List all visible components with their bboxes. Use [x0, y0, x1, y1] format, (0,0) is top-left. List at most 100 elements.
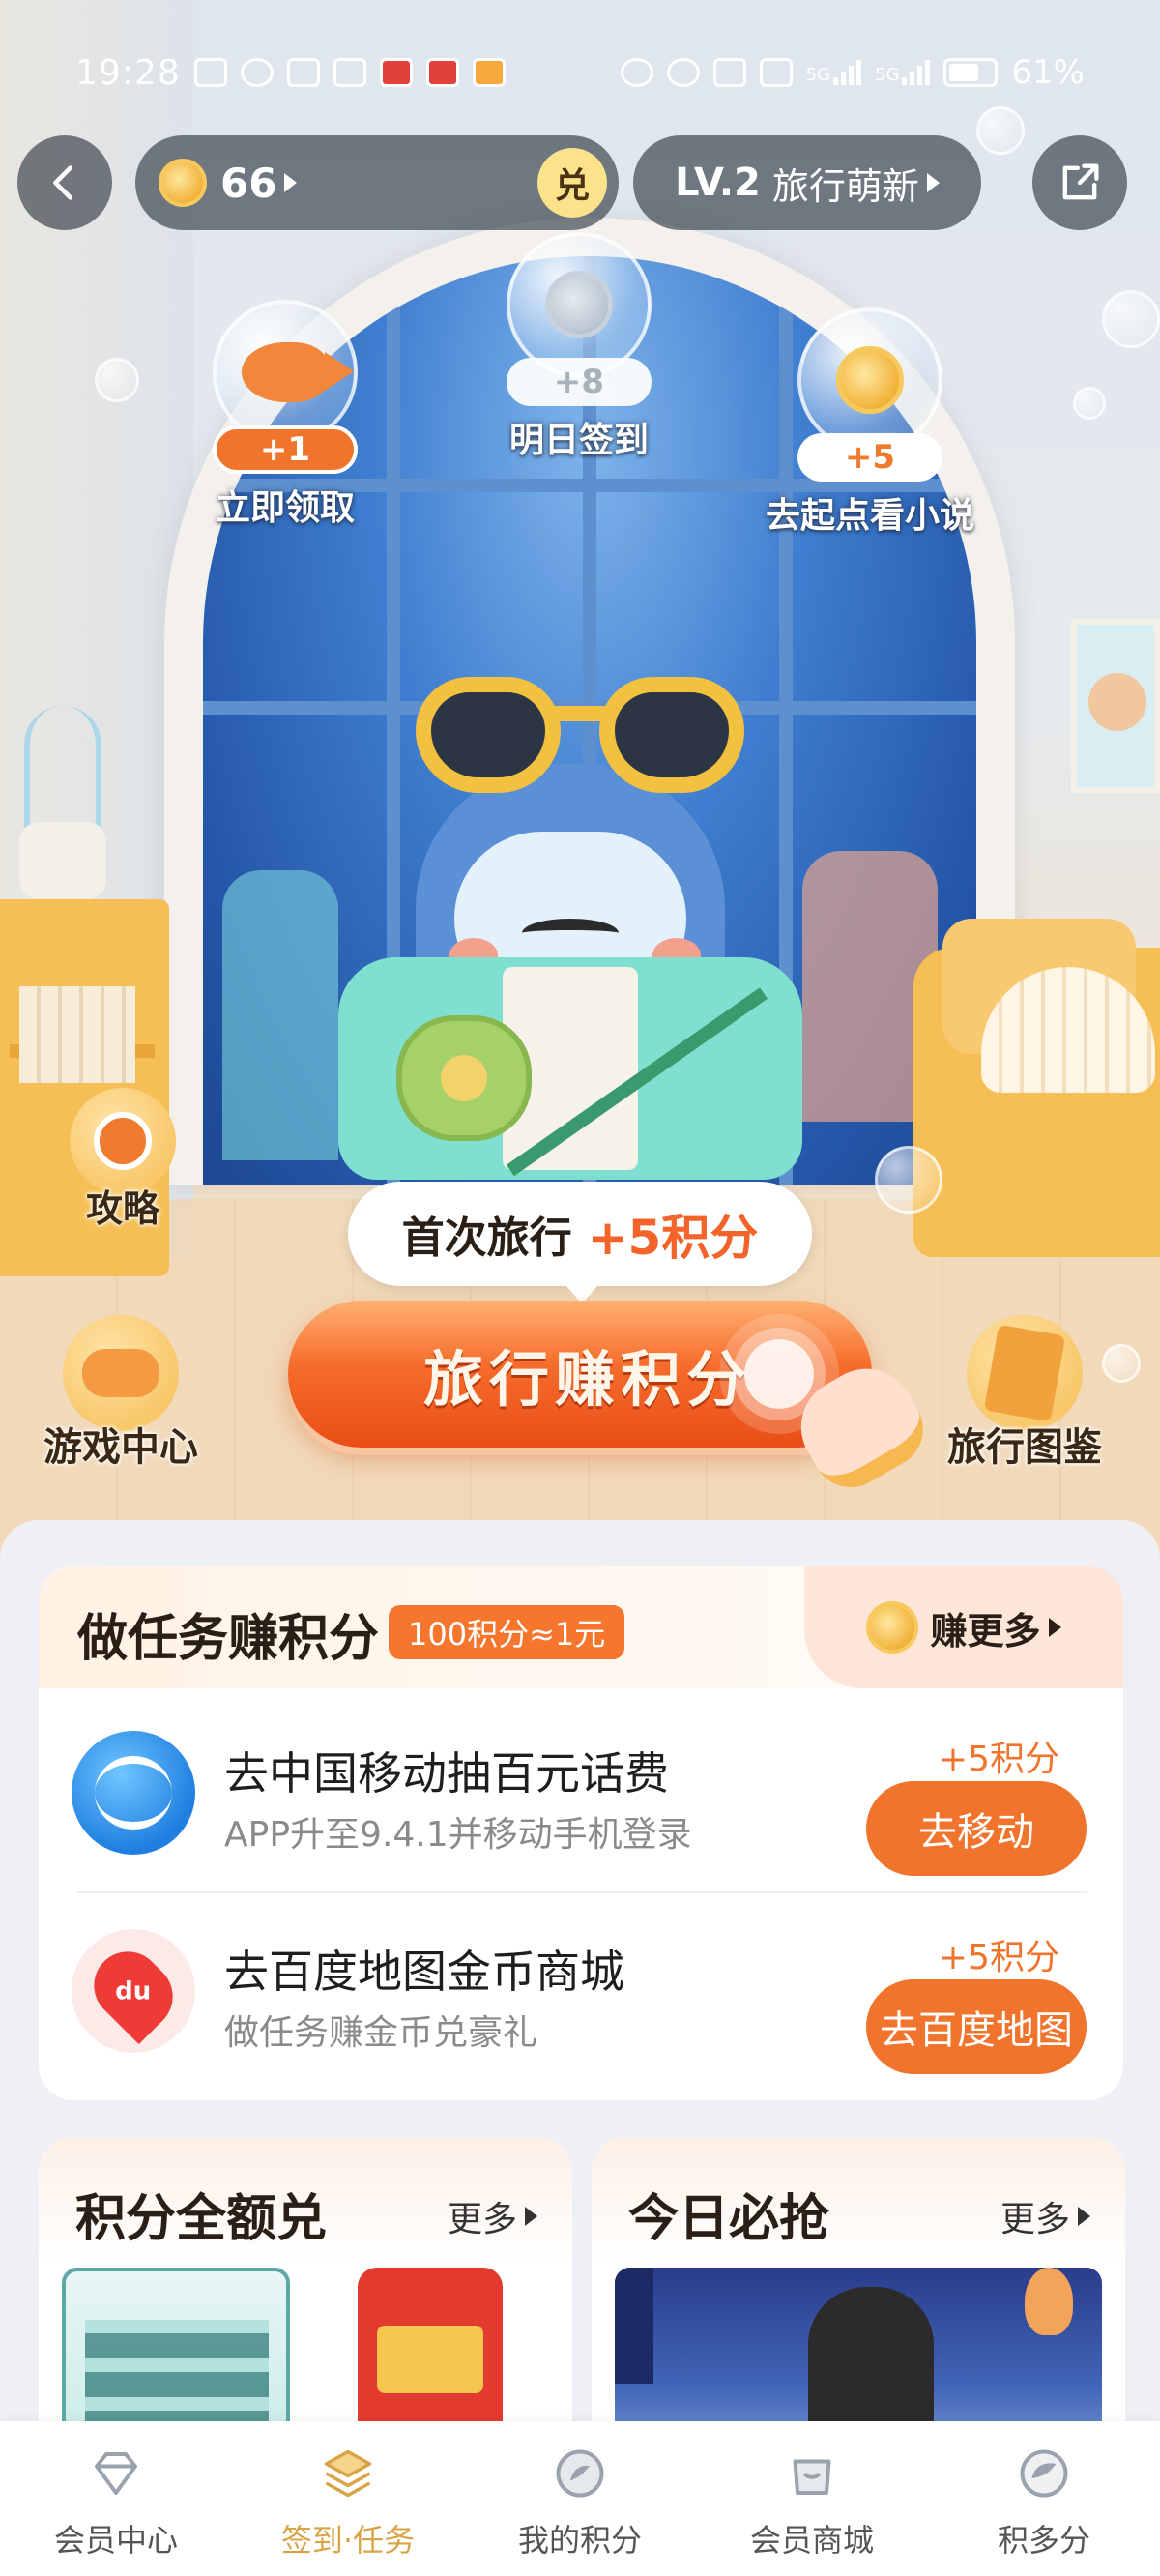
- china-mobile-logo-icon: [72, 1731, 195, 1855]
- card-title: 今日必抢: [628, 2190, 830, 2248]
- earn-more-label: 赚更多: [930, 1609, 1041, 1653]
- points-coin-icon: [549, 2443, 611, 2504]
- sunglasses: [416, 658, 744, 793]
- layers-icon: [317, 2443, 379, 2504]
- reward-label: 立即领取: [215, 488, 355, 528]
- redeem-button[interactable]: 兑: [537, 148, 607, 218]
- plant-decoration: [24, 706, 102, 832]
- guide-label: 攻略: [85, 1187, 160, 1230]
- reward-label: 明日签到: [508, 421, 649, 460]
- coin-icon: [545, 271, 613, 338]
- signal-icon: 5G: [875, 60, 931, 85]
- task-card-header: 做任务赚积分 100积分≈1元 赚更多: [39, 1566, 1123, 1688]
- points-coin-icon: [159, 159, 207, 207]
- coin-icon: [836, 346, 904, 414]
- tab-label: 签到·任务: [280, 2522, 416, 2559]
- share-icon: [1062, 163, 1099, 200]
- first-trip-bubble: 首次旅行 +5积分: [348, 1182, 812, 1303]
- dolphin-icon: [1013, 2443, 1075, 2504]
- wall-picture: [1071, 619, 1160, 793]
- eye-icon: [240, 58, 274, 87]
- tab-label: 我的积分: [517, 2522, 642, 2559]
- earn-more-button[interactable]: 赚更多: [804, 1566, 1123, 1688]
- reward-points-tag: +1: [213, 425, 358, 474]
- tab-earn-more-points[interactable]: 积多分: [928, 2421, 1160, 2576]
- points-rate-badge: 100积分≈1元: [389, 1605, 625, 1659]
- shopping-bag-icon: [781, 2443, 843, 2504]
- tab-member-center[interactable]: 会员中心: [0, 2421, 232, 2576]
- caret-right-icon: [926, 173, 940, 192]
- travel-earn-points-button[interactable]: 旅行赚积分: [288, 1301, 872, 1448]
- baidu-logo-text: du: [115, 1976, 152, 2005]
- nfc-icon: [286, 58, 320, 87]
- reward-label: 去起点看小说: [766, 496, 975, 536]
- level-pill[interactable]: LV.2 旅行萌新: [633, 135, 981, 230]
- reward-bubble: [507, 232, 652, 377]
- more-link[interactable]: 更多: [1000, 2191, 1090, 2241]
- more-link[interactable]: 更多: [448, 2191, 537, 2241]
- battery-percent: 61%: [1011, 53, 1085, 92]
- more-label: 更多: [1000, 2200, 1070, 2239]
- status-bar: 19:28 5G 5G 61%: [0, 39, 1160, 106]
- caret-right-icon: [1048, 1618, 1061, 1637]
- card-title: 积分全额兑: [75, 2190, 328, 2248]
- points-balance-pill[interactable]: 66 兑: [135, 135, 619, 230]
- task-subtitle: APP升至9.4.1并移动手机登录: [224, 1815, 692, 1855]
- tab-member-mall[interactable]: 会员商城: [696, 2421, 928, 2576]
- alarm-icon: [620, 58, 653, 87]
- app-notification-icon: [425, 58, 459, 87]
- caret-right-icon: [525, 2207, 537, 2226]
- go-baidu-map-button[interactable]: 去百度地图: [866, 1979, 1087, 2074]
- mute-icon: [759, 58, 793, 87]
- tab-checkin-tasks[interactable]: 签到·任务: [232, 2421, 464, 2576]
- reward-claim-now[interactable]: +1 立即领取: [213, 300, 358, 530]
- vibrate-icon: [712, 58, 746, 87]
- reward-tomorrow-signin[interactable]: +8 明日签到: [507, 232, 652, 462]
- chevron-left-icon: [53, 165, 73, 200]
- headphones-icon: [666, 58, 700, 87]
- gamepad-icon: [63, 1315, 179, 1431]
- tab-label: 会员中心: [53, 2522, 178, 2559]
- level-name: 旅行萌新: [771, 164, 919, 208]
- caret-right-icon: [284, 173, 298, 192]
- vase-decoration: [19, 822, 106, 899]
- task-card-title: 做任务赚积分: [77, 1597, 379, 1682]
- level-code: LV.2: [675, 161, 761, 205]
- go-china-mobile-button[interactable]: 去移动: [866, 1781, 1087, 1876]
- task-points: +5积分: [938, 1740, 1059, 1779]
- tab-my-points[interactable]: 我的积分: [464, 2421, 696, 2576]
- task-card: 做任务赚积分 100积分≈1元 赚更多 去中国移动抽百元话费 APP升至9.4.…: [39, 1566, 1123, 2100]
- travel-book-label: 旅行图鉴: [947, 1425, 1102, 1470]
- flower-bag: [396, 1015, 532, 1141]
- weibo-icon: [472, 58, 506, 87]
- bottom-tab-bar: 会员中心 签到·任务 我的积分 会员商城 积多分: [0, 2421, 1160, 2576]
- status-time: 19:28: [75, 52, 181, 93]
- app-notification-icon: [379, 58, 413, 87]
- caret-right-icon: [1078, 2207, 1090, 2226]
- task-row: du 去百度地图金币商城 做任务赚金币兑豪礼 +5积分 去百度地图: [39, 1890, 1123, 2084]
- game-center-button[interactable]: 游戏中心: [44, 1315, 198, 1472]
- signal-icon: 5G: [806, 60, 862, 85]
- tab-label: 积多分: [997, 2522, 1090, 2559]
- task-row: 去中国移动抽百元话费 APP升至9.4.1并移动手机登录 +5积分 去移动: [39, 1692, 1123, 1886]
- check-shield-icon: [333, 58, 366, 87]
- goldfish-icon: [242, 342, 354, 402]
- cast-icon: [193, 58, 227, 87]
- books-decoration: [19, 986, 135, 1083]
- task-title: 去百度地图金币商城: [224, 1946, 624, 1998]
- book-icon: [967, 1315, 1083, 1431]
- task-title: 去中国移动抽百元话费: [224, 1747, 669, 1800]
- baidu-map-logo-icon: du: [72, 1929, 195, 2053]
- guide-button[interactable]: 攻略: [70, 1088, 176, 1232]
- more-label: 更多: [447, 2200, 517, 2239]
- reward-bubble: [798, 307, 942, 453]
- share-button[interactable]: [1032, 135, 1127, 230]
- first-trip-points: +5积分: [587, 1210, 759, 1266]
- coin-icon: [866, 1601, 919, 1654]
- back-button[interactable]: [17, 135, 112, 230]
- reward-points-tag: +8: [507, 358, 652, 406]
- task-subtitle: 做任务赚金币兑豪礼: [224, 2013, 538, 2053]
- reward-qidian-novel[interactable]: +5 去起点看小说: [766, 307, 974, 538]
- travel-book-button[interactable]: 旅行图鉴: [947, 1315, 1102, 1472]
- dolphin-mascot[interactable]: [309, 638, 851, 1180]
